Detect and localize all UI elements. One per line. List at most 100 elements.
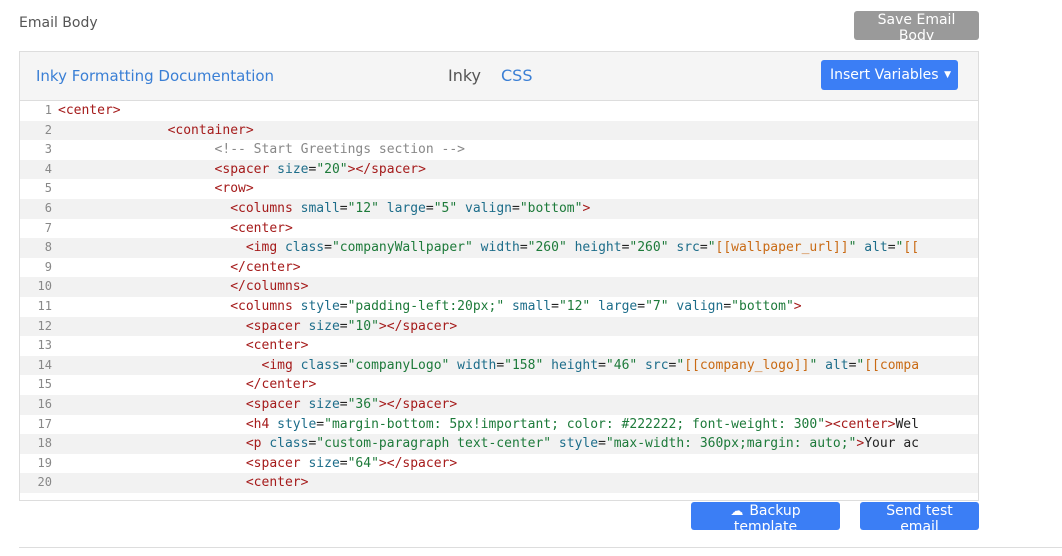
tab-inky[interactable]: Inky <box>448 66 481 85</box>
code-token: = <box>496 357 505 373</box>
code-text: <row> <box>58 179 254 199</box>
code-line[interactable]: 14 <img class="companyLogo" width="158" … <box>20 355 978 376</box>
code-token: = <box>339 318 348 334</box>
code-token: "10" <box>347 318 379 334</box>
code-text: <!-- Start Greetings section --> <box>58 140 465 160</box>
code-token: small <box>504 298 552 314</box>
code-line[interactable]: 13 <center> <box>20 336 978 356</box>
line-number: 8 <box>44 240 52 255</box>
code-line[interactable]: 6 <columns small="12" large="5" valign="… <box>20 198 978 219</box>
code-token: Your ac <box>864 436 919 452</box>
code-token: = <box>512 200 520 216</box>
code-token: = <box>887 240 896 256</box>
code-text: </center> <box>58 375 316 395</box>
tab-css[interactable]: CSS <box>501 66 532 85</box>
code-text: <center> <box>58 101 121 121</box>
code-editor[interactable]: 1 <center> 2 <container> 3 <!-- Start Greet… <box>20 101 978 500</box>
code-text: <columns small="12" large="5" valign="bo… <box>58 199 590 219</box>
code-token: src <box>668 240 700 256</box>
code-token: "bottom" <box>519 200 583 216</box>
code-token: = <box>637 298 646 314</box>
code-token: "7" <box>645 298 669 314</box>
backup-template-label: Backup template <box>733 503 801 535</box>
code-line[interactable]: 7 <center> <box>20 219 978 239</box>
code-line[interactable]: 2 <container> <box>20 120 978 141</box>
insert-variables-button[interactable]: Insert Variables ▼ <box>821 60 958 90</box>
code-line[interactable]: 12 <spacer size="10"></spacer> <box>20 316 978 337</box>
code-token: "bottom" <box>731 298 794 314</box>
code-text: <spacer size="20"></spacer> <box>58 160 426 180</box>
code-line[interactable]: 11 <columns style="padding-left:20px;" s… <box>20 297 978 317</box>
code-line[interactable]: 20 <center> <box>20 473 978 493</box>
code-token: <center> <box>58 103 121 118</box>
code-token: width <box>472 240 520 256</box>
inky-docs-link[interactable]: Inky Formatting Documentation <box>36 67 274 85</box>
send-test-email-button[interactable]: Send test email <box>860 502 979 535</box>
code-token: src <box>637 357 669 373</box>
code-token: <spacer <box>245 318 309 334</box>
code-token: "12" <box>558 298 591 314</box>
code-token: "260" <box>629 240 669 256</box>
code-line[interactable]: 18 <p class = "custom-paragraph text-cente… <box>20 434 978 454</box>
line-number: 13 <box>37 338 52 353</box>
code-line[interactable]: 4 <spacer size="20"></spacer> <box>20 159 978 180</box>
code-line[interactable]: 19 <spacer size="64"></spacer> <box>20 454 978 474</box>
code-text: <columns style="padding-left:20px;" smal… <box>58 297 801 317</box>
code-token: = <box>339 455 348 471</box>
code-text: </columns> <box>58 277 308 297</box>
code-token: size <box>308 318 340 334</box>
code-token: = <box>699 240 708 256</box>
code-line[interactable]: 15 </center> <box>20 375 978 395</box>
code-token: <center> <box>245 475 309 491</box>
code-text: <spacer size="10"></spacer> <box>58 317 457 337</box>
code-token: = <box>316 416 325 432</box>
code-line[interactable]: 5 <row> <box>20 179 978 199</box>
code-token: <spacer <box>214 161 278 177</box>
code-token: ></spacer> <box>347 161 426 177</box>
code-line[interactable]: 1 <center> <box>20 101 978 121</box>
code-text: <container> <box>58 121 254 141</box>
code-token: "158" <box>504 357 544 373</box>
code-token: style <box>551 436 599 452</box>
code-line[interactable]: 16 <spacer size="36"></spacer> <box>20 394 978 415</box>
code-token: "5" <box>433 200 458 216</box>
line-number: 15 <box>37 377 52 392</box>
code-text: <h4 style="margin-bottom: 5px!important;… <box>58 415 919 435</box>
code-token: > <box>856 436 865 452</box>
code-token: </columns> <box>230 279 309 295</box>
backup-template-button[interactable]: ☁ Backup template <box>691 502 840 535</box>
line-number: 11 <box>37 298 52 313</box>
code-text: <img class="companyLogo" width="158" hei… <box>58 356 920 376</box>
code-token: [[compa <box>864 357 920 373</box>
code-line[interactable]: 9 </center> <box>20 258 978 278</box>
code-token: height <box>543 357 599 373</box>
code-token: = <box>425 200 434 216</box>
code-line[interactable]: 3 <!-- Start Greetings section --> <box>20 140 978 160</box>
save-email-body-button[interactable]: Save Email Body <box>854 11 979 44</box>
code-text: <center> <box>58 336 309 356</box>
code-token: "260" <box>527 240 567 256</box>
code-text: <spacer size="64"></spacer> <box>58 454 457 474</box>
code-token: <center> <box>230 220 293 236</box>
code-line[interactable]: 8 <img class="companyWallpaper" width="2… <box>20 238 978 258</box>
code-line[interactable]: 10 </columns> <box>20 277 978 297</box>
code-token: "companyLogo" <box>347 357 450 373</box>
code-text: </center> <box>58 258 300 278</box>
code-token: = <box>339 200 348 216</box>
line-number: 17 <box>37 416 52 431</box>
code-token: width <box>449 357 497 373</box>
code-token: <p <box>245 436 270 452</box>
code-token: <container> <box>167 122 254 138</box>
code-line[interactable]: 17 <h4 style="margin-bottom: 5px!importa… <box>20 415 978 435</box>
code-token: = <box>551 298 559 314</box>
